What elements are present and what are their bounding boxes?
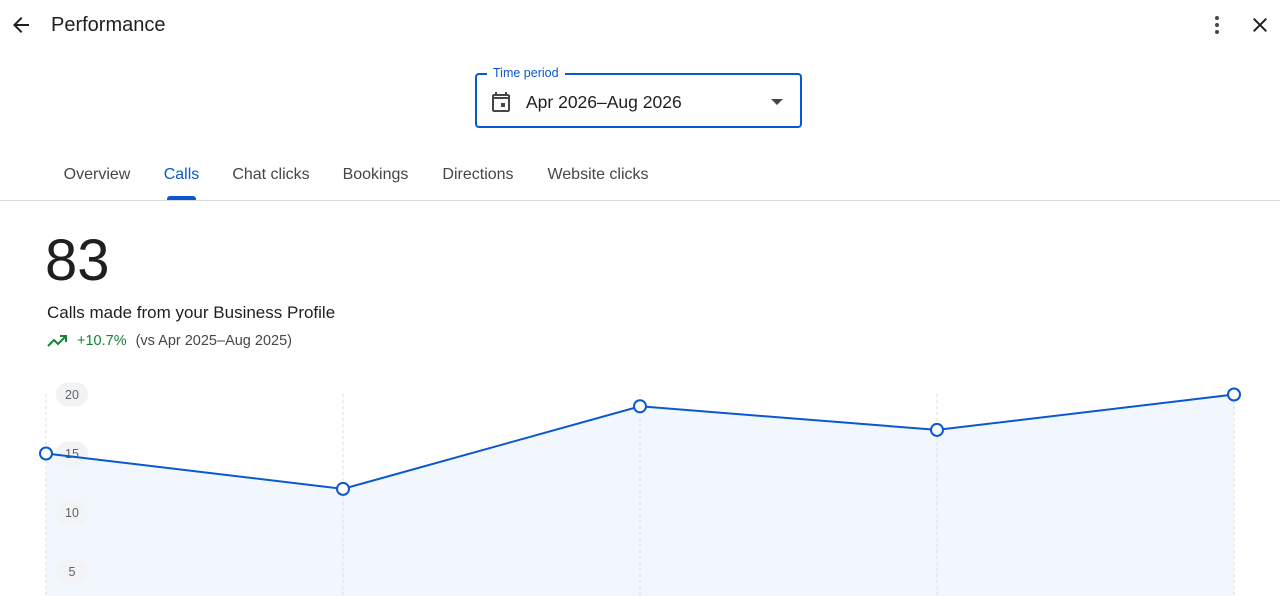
arrow-back-icon bbox=[13, 17, 29, 33]
y-tick-label: 5 bbox=[69, 565, 76, 579]
data-point bbox=[1227, 387, 1241, 402]
y-tick-label: 15 bbox=[65, 447, 79, 461]
page-title: Performance bbox=[51, 14, 166, 36]
tab-chat-clicks[interactable]: Chat clicks bbox=[229, 150, 313, 200]
more-options-button[interactable] bbox=[1197, 5, 1237, 45]
trend-comparison: (vs Apr 2025–Aug 2025) bbox=[135, 333, 292, 349]
tab-bookings[interactable]: Bookings bbox=[339, 150, 412, 200]
close-icon bbox=[1253, 18, 1267, 32]
trend-delta: +10.7% bbox=[77, 333, 127, 349]
metric-value: 83 bbox=[45, 228, 110, 293]
active-tab-indicator bbox=[167, 196, 196, 200]
time-period-value: Apr 2026–Aug 2026 bbox=[526, 92, 682, 112]
trending-up-icon bbox=[47, 335, 67, 347]
data-point bbox=[336, 481, 350, 496]
tab-directions[interactable]: Directions bbox=[438, 150, 518, 200]
dropdown-arrow-icon bbox=[771, 99, 783, 105]
tab-overview[interactable]: Overview bbox=[60, 150, 134, 200]
y-tick-label: 20 bbox=[65, 388, 79, 402]
data-point bbox=[39, 446, 53, 461]
calls-chart: 20 15 10 5 bbox=[39, 382, 1241, 596]
more-vert-icon bbox=[1215, 16, 1219, 34]
trend-row: +10.7% (vs Apr 2025–Aug 2025) bbox=[47, 330, 292, 352]
tab-bar: Overview Calls Chat clicks Bookings Dire… bbox=[0, 150, 1280, 201]
back-button[interactable] bbox=[1, 5, 41, 45]
metric-description: Calls made from your Business Profile bbox=[47, 303, 336, 322]
time-period-label: Time period bbox=[487, 65, 565, 81]
top-bar: Performance bbox=[0, 0, 1280, 50]
time-period-select[interactable]: Time period Apr 2026–Aug 2026 bbox=[475, 65, 802, 128]
tab-calls[interactable]: Calls bbox=[160, 150, 203, 200]
data-point bbox=[633, 399, 647, 414]
tab-website-clicks[interactable]: Website clicks bbox=[544, 150, 652, 200]
calendar-icon bbox=[492, 92, 510, 112]
data-point bbox=[930, 422, 944, 437]
y-tick-label: 10 bbox=[65, 506, 79, 520]
close-button[interactable] bbox=[1240, 5, 1280, 45]
